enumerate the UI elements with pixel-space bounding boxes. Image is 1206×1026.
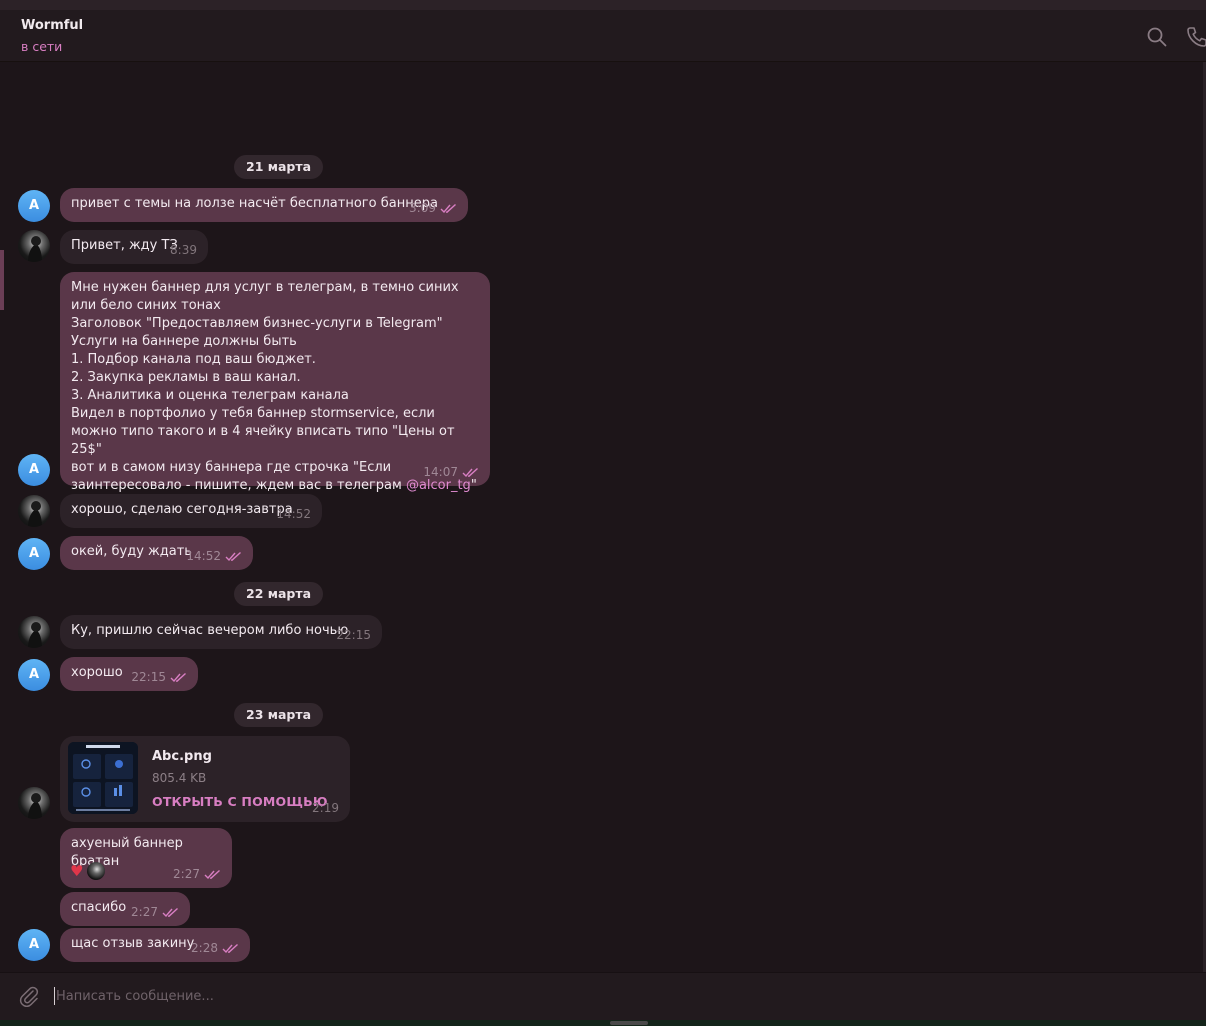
avatar[interactable] <box>18 495 50 527</box>
read-checkmarks-icon <box>462 467 478 477</box>
reactor-avatar <box>87 862 106 880</box>
bottom-bar <box>0 1020 1206 1026</box>
message-text: хорошо <box>71 665 123 680</box>
message-time: 2:27 <box>131 905 158 919</box>
date-separator: 22 марта <box>234 582 324 606</box>
message-bubble[interactable]: спасибо 2:27 <box>60 892 190 926</box>
read-checkmarks-icon <box>440 203 456 213</box>
message-bubble[interactable]: Ку, пришлю сейчас вечером либо ночью 22:… <box>60 615 382 649</box>
message-time: 22:15 <box>131 670 166 684</box>
avatar[interactable]: A <box>18 929 50 961</box>
avatar[interactable]: A <box>18 454 50 486</box>
message-meta: 8:39 <box>170 241 197 259</box>
message-meta: 14:52 <box>186 547 242 565</box>
chat-header: Wormful в сети <box>0 10 1206 62</box>
read-checkmarks-icon <box>225 551 241 561</box>
read-checkmarks-icon <box>222 943 238 953</box>
message-bubble[interactable]: Мне нужен баннер для услуг в телеграм, в… <box>60 272 490 493</box>
message-composer <box>0 972 1206 1020</box>
message-text-main: Мне нужен баннер для услуг в телеграм, в… <box>71 280 459 493</box>
avatar[interactable] <box>18 616 50 648</box>
chat-title[interactable]: Wormful <box>21 18 83 33</box>
message-bubble[interactable]: Привет, жду ТЗ 8:39 <box>60 230 208 264</box>
avatar[interactable]: A <box>18 538 50 570</box>
reactions[interactable]: ♥ <box>70 860 106 882</box>
resize-handle[interactable] <box>610 1021 648 1025</box>
message-meta: 2:27 <box>131 903 179 921</box>
read-checkmarks-icon <box>170 672 186 682</box>
file-size: 805.4 KB <box>152 771 207 785</box>
message-time: 14:07 <box>423 465 458 479</box>
message-time: 14:52 <box>276 507 311 521</box>
message-time: 2:27 <box>173 867 200 881</box>
message-time: 3:09 <box>409 201 436 215</box>
window-top-strip <box>0 0 1206 10</box>
message-text: привет с темы на лолзе насчёт бесплатног… <box>71 196 438 211</box>
avatar[interactable] <box>18 787 50 819</box>
message-text: Мне нужен баннер для услуг в телеграм, в… <box>71 280 477 493</box>
message-bubble[interactable]: привет с темы на лолзе насчёт бесплатног… <box>60 188 468 222</box>
message-text: щас отзыв закину <box>71 936 195 951</box>
message-text: хорошо, сделаю сегодня-завтра <box>71 502 293 517</box>
message-meta: 2:27 <box>173 865 221 883</box>
message-bubble[interactable]: ахуеный баннер братан ♥ 2:27 <box>60 828 232 888</box>
file-thumbnail[interactable] <box>68 742 138 814</box>
message-meta: 22:15 <box>131 668 187 686</box>
online-status: в сети <box>21 39 63 54</box>
message-bubble[interactable]: щас отзыв закину 2:28 <box>60 928 250 962</box>
search-icon[interactable] <box>1146 26 1168 48</box>
avatar[interactable] <box>18 230 50 262</box>
file-name[interactable]: Abc.png <box>152 748 212 766</box>
file-message[interactable]: Abc.png 805.4 KB ОТКРЫТЬ С ПОМОЩЬЮ 2:19 <box>60 736 350 822</box>
message-bubble[interactable]: хорошо, сделаю сегодня-завтра 14:52 <box>60 494 322 528</box>
message-text: Ку, пришлю сейчас вечером либо ночью <box>71 623 349 638</box>
message-meta: 2:19 <box>312 799 339 817</box>
message-time: 22:15 <box>336 628 371 642</box>
message-time: 2:19 <box>312 801 339 815</box>
heart-reaction-icon[interactable]: ♥ <box>70 862 83 880</box>
message-text: Привет, жду ТЗ <box>71 238 178 253</box>
date-separator: 21 марта <box>234 155 324 179</box>
open-with-button[interactable]: ОТКРЫТЬ С ПОМОЩЬЮ <box>152 793 328 811</box>
attach-icon[interactable] <box>18 985 40 1007</box>
read-checkmarks-icon <box>162 907 178 917</box>
date-separator: 23 марта <box>234 703 324 727</box>
message-meta: 3:09 <box>409 199 457 217</box>
message-text: окей, буду ждать <box>71 544 192 559</box>
message-meta: 22:15 <box>336 626 371 644</box>
message-time: 8:39 <box>170 243 197 257</box>
text-cursor <box>54 987 55 1005</box>
avatar[interactable]: A <box>18 190 50 222</box>
message-time: 14:52 <box>186 549 221 563</box>
message-meta: 14:52 <box>276 505 311 523</box>
message-time: 2:28 <box>191 941 218 955</box>
message-bubble[interactable]: окей, буду ждать 14:52 <box>60 536 253 570</box>
message-meta: 2:28 <box>191 939 239 957</box>
message-bubble[interactable]: хорошо 22:15 <box>60 657 198 691</box>
phone-icon[interactable] <box>1186 26 1206 48</box>
message-meta: 14:07 <box>423 463 479 481</box>
message-text: спасибо <box>71 900 127 915</box>
read-checkmarks-icon <box>204 869 220 879</box>
avatar[interactable]: A <box>18 659 50 691</box>
message-input[interactable] <box>56 986 1056 1006</box>
message-list[interactable]: 21 марта A привет с темы на лолзе насчёт… <box>0 62 1203 972</box>
